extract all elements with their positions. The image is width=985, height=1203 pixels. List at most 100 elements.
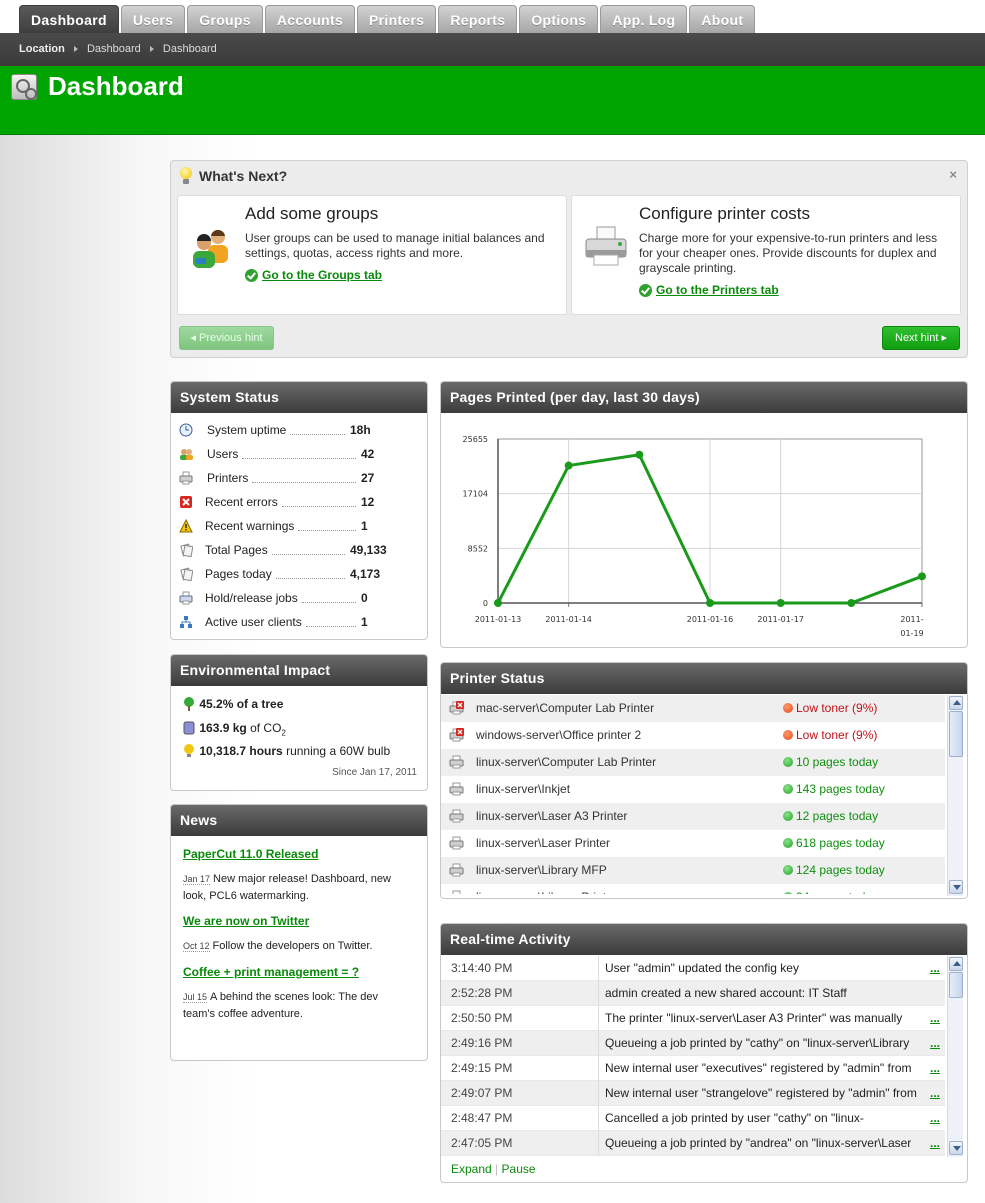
printer-status-row[interactable]: linux-server\Computer Lab Printer 10 page… <box>441 749 945 776</box>
printer-status-row[interactable]: mac-server\Computer Lab Printer Low toner… <box>441 695 945 722</box>
printer-icon <box>449 755 464 769</box>
pages-printed-chart: 2011-01-13 2011-01-14 2011-01-16 2011-01-17… <box>463 435 926 638</box>
close-icon[interactable]: × <box>949 167 957 182</box>
top-nav: Dashboard Users Groups Accounts Printers… <box>0 0 985 33</box>
printer-name[interactable]: linux-server\Library MFP <box>476 857 607 884</box>
panel-title: Environmental Impact <box>171 655 427 686</box>
tab-accounts[interactable]: Accounts <box>264 5 356 33</box>
env-co2-subscript: 2 <box>281 728 286 738</box>
printer-icon <box>452 890 461 894</box>
activity-row: 3:14:40 PM User "admin" updated the confi… <box>441 956 945 981</box>
dashboard-icon <box>11 74 37 100</box>
tab-users[interactable]: Users <box>120 5 186 33</box>
printer-name[interactable]: linux-server\Inkjet <box>476 776 570 803</box>
tab-app-log[interactable]: App. Log <box>600 5 688 33</box>
tab-dashboard[interactable]: Dashboard <box>19 5 119 33</box>
printer-status-row[interactable]: linux-server\Library MFP 124 pages today <box>441 857 945 884</box>
system-status-value: 18h <box>350 423 371 437</box>
tab-groups[interactable]: Groups <box>187 5 263 33</box>
printer-name[interactable]: windows-server\Office printer 2 <box>476 722 641 749</box>
footer-divider: | <box>495 1162 499 1176</box>
system-status-row: Pages today 4,173 <box>179 566 380 584</box>
users-icon <box>180 449 193 460</box>
breadcrumb-item[interactable]: Dashboard <box>87 43 141 55</box>
tab-about[interactable]: About <box>689 5 756 33</box>
activity-list: 3:14:40 PM User "admin" updated the confi… <box>441 956 947 1156</box>
printer-icon <box>585 226 627 266</box>
status-dot-icon <box>783 730 793 740</box>
previous-hint-button[interactable]: ◂ Previous hint <box>179 326 274 350</box>
dotted-leader <box>242 458 356 459</box>
hold-icon <box>179 591 193 605</box>
chart-x-tick-label: 01-19 <box>900 629 923 638</box>
activity-more-link[interactable]: ... <box>930 1056 940 1081</box>
printer-name[interactable]: linux-server\Computer Lab Printer <box>476 749 656 776</box>
scroll-down-icon[interactable] <box>949 880 963 894</box>
go-to-printers-link[interactable]: Go to the Printers tab <box>639 283 779 297</box>
news-item-title[interactable]: PaperCut 11.0 Released <box>183 847 318 861</box>
hint-body: User groups can be used to manage initia… <box>245 231 545 260</box>
go-to-printers-label: Go to the Printers tab <box>656 283 779 297</box>
printer-status-row[interactable]: linux-server\Laser A3 Printer 12 pages to… <box>441 803 945 830</box>
hint-body: Charge more for your expensive-to-run pr… <box>639 231 938 275</box>
column-divider <box>598 1056 599 1081</box>
printer-name[interactable]: linux-server\Laser A3 Printer <box>476 803 627 830</box>
printer-status-panel: Printer Status mac-server\Computer Lab P… <box>440 662 968 899</box>
dotted-leader <box>252 482 356 483</box>
scroll-up-icon[interactable] <box>949 957 963 971</box>
news-item-title[interactable]: We are now on Twitter <box>183 914 309 928</box>
printer-status-row[interactable]: linux-server\Laser Printer 618 pages toda… <box>441 830 945 857</box>
activity-more-link[interactable]: ... <box>930 1031 940 1056</box>
expand-link[interactable]: Expand <box>451 1162 492 1176</box>
scroll-up-icon[interactable] <box>949 696 963 710</box>
printer-status-row[interactable]: linux-server\Library Printer 34 pages tod… <box>441 884 945 894</box>
activity-message: New internal user "strangelove" register… <box>605 1086 917 1100</box>
printer-status-text: 124 pages today <box>783 857 885 884</box>
chart-x-tick-label: 2011-01-16 <box>687 615 734 624</box>
system-status-label: Hold/release jobs <box>205 591 298 605</box>
tab-printers[interactable]: Printers <box>357 5 437 33</box>
activity-message: Queueing a job printed by "andrea" on "l… <box>605 1136 912 1150</box>
activity-message: The printer "linux-server\Laser A3 Print… <box>605 1011 903 1025</box>
go-to-groups-label: Go to the Groups tab <box>262 268 382 282</box>
activity-more-link[interactable]: ... <box>930 1006 940 1031</box>
printer-status-scrollbar[interactable] <box>947 695 963 896</box>
chart-data-point <box>847 599 856 607</box>
hint-card-groups: Add some groups User groups can be used … <box>177 195 567 315</box>
printer-status-text: 618 pages today <box>783 830 885 857</box>
scroll-thumb[interactable] <box>949 711 963 757</box>
go-to-groups-link[interactable]: Go to the Groups tab <box>245 268 382 282</box>
activity-more-link[interactable]: ... <box>930 1106 940 1131</box>
activity-time: 2:48:47 PM <box>451 1111 513 1125</box>
whats-next-header: What's Next? <box>179 167 287 187</box>
printer-name[interactable]: linux-server\Laser Printer <box>476 830 610 857</box>
scroll-down-icon[interactable] <box>949 1141 963 1155</box>
printer-status-row[interactable]: linux-server\Inkjet 143 pages today <box>441 776 945 803</box>
printer-name[interactable]: linux-server\Library Printer <box>476 884 617 894</box>
activity-more-link[interactable]: ... <box>930 1081 940 1106</box>
scroll-thumb[interactable] <box>949 972 963 998</box>
chart-x-tick-label: 2011-01-17 <box>757 615 804 624</box>
printer-icon <box>449 782 464 796</box>
system-status-value: 1 <box>361 615 368 629</box>
pause-link[interactable]: Pause <box>502 1162 536 1176</box>
lightbulb-icon <box>179 167 193 185</box>
env-bulb-text: running a 60W bulb <box>286 744 391 758</box>
tab-options[interactable]: Options <box>519 5 599 33</box>
status-dot-icon <box>783 811 793 821</box>
printer-name[interactable]: mac-server\Computer Lab Printer <box>476 695 654 722</box>
activity-more-link[interactable]: ... <box>930 956 940 981</box>
activity-more-link[interactable]: ... <box>930 1131 940 1156</box>
news-item-title[interactable]: Coffee + print management = ? <box>183 965 359 979</box>
pages-printed-panel: Pages Printed (per day, last 30 days) 20… <box>440 381 968 648</box>
next-hint-button[interactable]: Next hint ▸ <box>882 326 960 350</box>
panel-title: Printer Status <box>441 663 967 694</box>
tab-reports[interactable]: Reports <box>438 5 518 33</box>
system-status-row: Recent errors 12 <box>179 494 379 512</box>
activity-scrollbar[interactable] <box>947 956 963 1157</box>
news-item-date: Jan 17 <box>183 874 211 885</box>
printer-status-row[interactable]: windows-server\Office printer 2 Low toner… <box>441 722 945 749</box>
dotted-leader <box>306 626 356 627</box>
panel-title: Pages Printed (per day, last 30 days) <box>441 382 967 413</box>
chart-data-point <box>776 599 785 607</box>
